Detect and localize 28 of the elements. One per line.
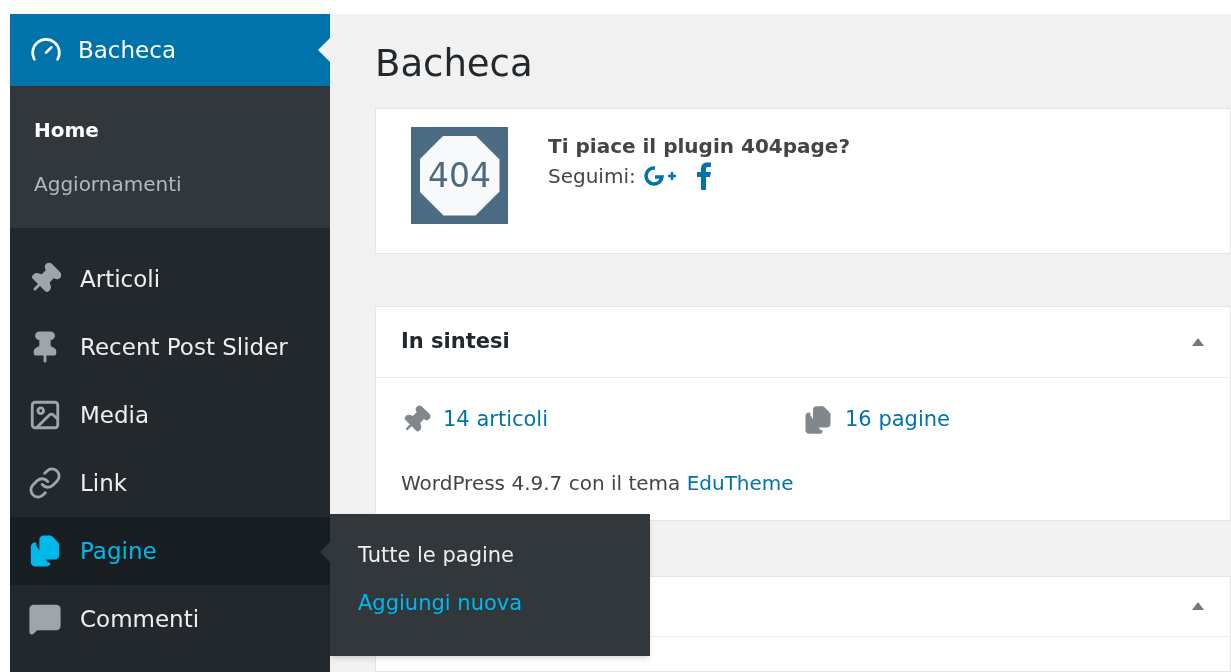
pages-icon (28, 534, 62, 568)
flyout-link[interactable]: Aggiungi nuova (358, 588, 523, 618)
submenu-link[interactable]: Home (34, 114, 99, 146)
sidebar-menu-item[interactable]: Media (10, 381, 330, 449)
notice-question: Ti piace il plugin 404page? (548, 133, 850, 160)
pages-icon (803, 404, 833, 435)
logo-text: 404 (428, 154, 491, 197)
version-text: WordPress 4.9.7 con il tema EduTheme (401, 469, 795, 497)
submenu-link[interactable]: Aggiornamenti (34, 168, 182, 200)
stat-link[interactable]: 16 pagine (845, 404, 950, 436)
caret-icon[interactable] (1191, 337, 1205, 348)
sidebar-menu-item[interactable]: Articoli (10, 245, 330, 313)
follow-label: Seguimi: (548, 163, 636, 190)
media-icon (28, 398, 62, 432)
stat-link[interactable]: 14 articoli (443, 404, 549, 436)
comment-icon (28, 602, 62, 636)
caret-icon[interactable] (1191, 601, 1205, 612)
sidebar-menu-item[interactable]: Recent Post Slider (10, 313, 330, 381)
facebook-icon[interactable] (695, 162, 712, 190)
theme-link[interactable]: EduTheme (686, 470, 794, 495)
sidebar-menu-item[interactable]: Pagine (10, 517, 330, 585)
sidebar-menu-item[interactable]: Commenti (10, 585, 330, 653)
sidebar-menu-item[interactable]: Link (10, 449, 330, 517)
page-title: Bacheca (375, 41, 533, 87)
link-icon (28, 466, 62, 500)
panel-title: In sintesi (401, 328, 510, 356)
flyout-link[interactable]: Tutte le pagine (358, 540, 515, 570)
sidebar-header-item[interactable]: Bacheca (10, 14, 330, 86)
